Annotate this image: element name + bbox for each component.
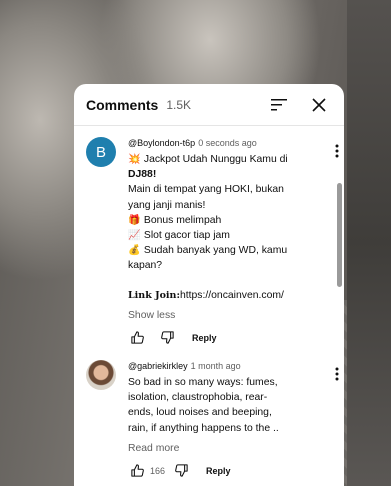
video-background-window bbox=[347, 0, 391, 486]
avatar[interactable] bbox=[86, 360, 116, 390]
comments-list[interactable]: B @Boylondon-t6p 0 seconds ago 💥 Jackpot … bbox=[74, 127, 344, 486]
more-vert-icon bbox=[335, 144, 339, 158]
comment-time[interactable]: 1 month ago bbox=[191, 361, 241, 371]
comment-line: Main di tempat yang HOKI, bukan bbox=[128, 184, 284, 196]
dislike-button[interactable] bbox=[158, 329, 176, 347]
comments-panel: Comments 1.5K B @Boylondon-t6p 0 seconds… bbox=[74, 84, 344, 486]
comment-line: 💥 Jackpot Udah Nunggu Kamu di bbox=[128, 152, 310, 167]
avatar-letter: B bbox=[95, 143, 106, 161]
comment-line-text: Sudah banyak yang WD, kamu bbox=[143, 245, 288, 257]
comment-text: So bad in so many ways: fumes, isolation… bbox=[128, 375, 310, 436]
scrollbar-thumb[interactable] bbox=[337, 183, 342, 287]
explosion-icon: 💥 bbox=[128, 154, 141, 165]
comment-text: 💥 Jackpot Udah Nunggu Kamu di DJ88! Main… bbox=[128, 152, 310, 303]
comment-line-text: Slot gacor tiap jam bbox=[143, 230, 230, 242]
comments-title: Comments bbox=[86, 96, 159, 113]
comment-actions: Reply bbox=[128, 329, 310, 347]
thumb-down-icon bbox=[160, 331, 174, 344]
comment-time[interactable]: 0 seconds ago bbox=[198, 138, 257, 148]
comment-line: 📈 Slot gacor tiap jam bbox=[128, 228, 310, 243]
comment-menu-button[interactable] bbox=[330, 366, 344, 382]
money-bag-icon: 💰 bbox=[128, 245, 141, 257]
comment-line-text: Jackpot Udah Nunggu Kamu di bbox=[143, 154, 288, 165]
comment-body: @gabriekirkley 1 month ago So bad in so m… bbox=[128, 360, 310, 480]
comment-meta: @gabriekirkley 1 month ago bbox=[128, 360, 310, 372]
chart-up-icon: 📈 bbox=[128, 230, 141, 242]
link-label: Link Join bbox=[128, 289, 177, 301]
avatar[interactable]: B bbox=[86, 137, 116, 167]
reply-button[interactable]: Reply bbox=[192, 333, 217, 343]
comment-meta: @Boylondon-t6p 0 seconds ago bbox=[128, 137, 310, 149]
comment-line: So bad in so many ways: fumes, bbox=[128, 377, 278, 388]
thumb-down-icon bbox=[174, 464, 188, 477]
dislike-button[interactable] bbox=[172, 462, 190, 480]
read-more-button[interactable]: Read more bbox=[128, 443, 310, 454]
like-button[interactable] bbox=[128, 329, 146, 347]
sort-button[interactable] bbox=[268, 94, 290, 116]
comment-line: DJ88! bbox=[128, 169, 157, 181]
reply-button[interactable]: Reply bbox=[206, 466, 231, 476]
comment-author[interactable]: @Boylondon-t6p bbox=[128, 138, 195, 148]
comment-menu-button[interactable] bbox=[330, 143, 344, 159]
close-button[interactable] bbox=[308, 94, 330, 116]
sort-icon bbox=[271, 98, 287, 110]
comment-actions: 166 Reply bbox=[128, 462, 310, 480]
thumb-up-icon bbox=[130, 464, 144, 477]
gift-icon: 🎁 bbox=[128, 214, 141, 226]
comment-line: ends, loud noises and beeping, bbox=[128, 407, 272, 419]
comment-line: kapan? bbox=[128, 260, 163, 272]
comment-body: @Boylondon-t6p 0 seconds ago 💥 Jackpot Ud… bbox=[128, 137, 310, 347]
comments-count: 1.5K bbox=[166, 97, 192, 112]
close-icon bbox=[312, 97, 326, 112]
show-less-button[interactable]: Show less bbox=[128, 310, 310, 321]
comment-line: yang janji manis! bbox=[128, 199, 206, 211]
comment-blank-line bbox=[128, 274, 310, 288]
comment-link[interactable]: https://oncainven.com/ bbox=[180, 290, 284, 301]
comment-line: Link Join:https://oncainven.com/ bbox=[128, 288, 310, 303]
comment-line: rain, if anything happens to the .. bbox=[128, 422, 279, 434]
comment-line-text: Bonus melimpah bbox=[143, 214, 222, 226]
comment-author[interactable]: @gabriekirkley bbox=[128, 361, 188, 371]
thumb-up-icon bbox=[130, 331, 144, 344]
comments-header: Comments 1.5K bbox=[74, 84, 344, 126]
comment-line: 🎁 Bonus melimpah bbox=[128, 213, 310, 228]
like-button[interactable] bbox=[128, 462, 146, 480]
comment-line: 💰 Sudah banyak yang WD, kamu bbox=[128, 243, 310, 258]
comment-line: isolation, claustrophobia, rear- bbox=[128, 392, 268, 404]
more-vert-icon bbox=[335, 367, 339, 381]
like-count: 166 bbox=[150, 465, 166, 476]
